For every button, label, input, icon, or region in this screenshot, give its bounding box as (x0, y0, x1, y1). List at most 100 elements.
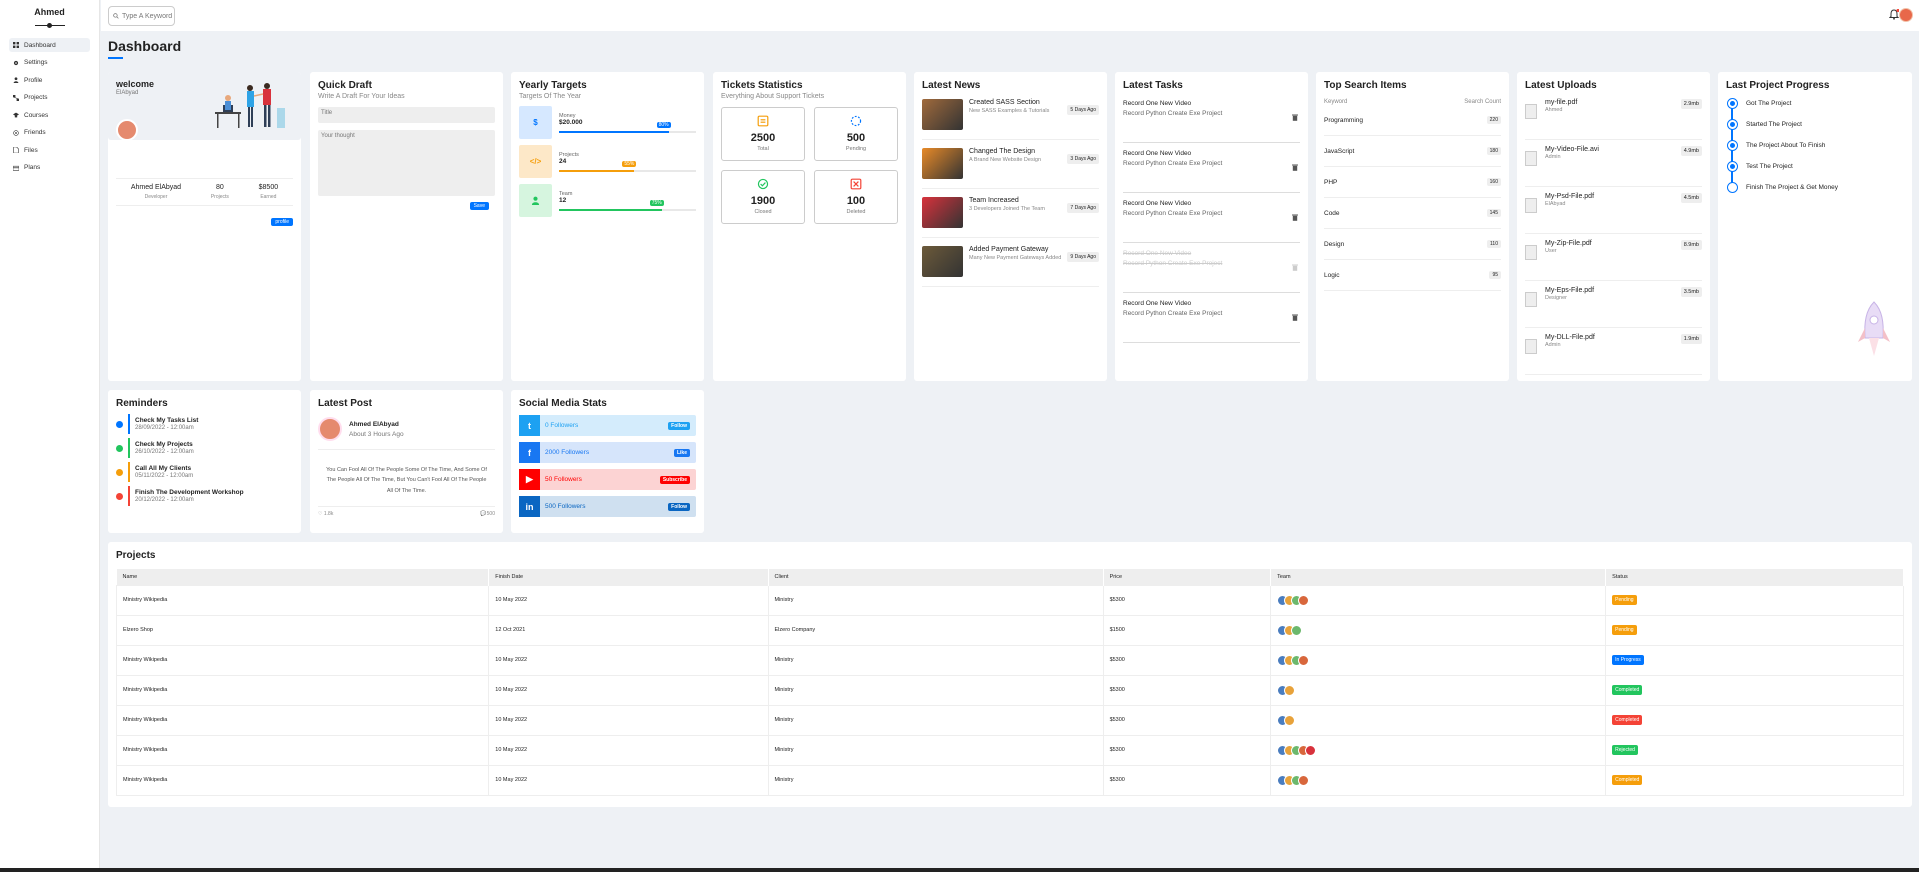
sidebar-item-profile[interactable]: Profile (9, 73, 90, 87)
follow-button[interactable]: Follow (668, 502, 690, 511)
draft-body-field[interactable]: Your thought (318, 130, 495, 196)
client: Elzero Company (767, 614, 1104, 646)
followers-count: 0 Followers (545, 422, 579, 429)
upload-row[interactable]: My-Psd-File.pdf ElAbyad 4.5mb (1525, 187, 1702, 234)
likes-value: 1.8k (323, 511, 334, 518)
trash-icon[interactable] (1292, 214, 1298, 221)
search-count: 110 (1487, 240, 1501, 248)
reminder-item[interactable]: Check My Projects 26/10/2022 - 12:00am (116, 436, 293, 460)
follow-button[interactable]: Follow (668, 421, 690, 430)
likes-count[interactable]: ♡ 1.8k (318, 511, 333, 517)
sidebar-item-files[interactable]: Files (9, 143, 90, 157)
sidebar-item-courses[interactable]: Courses (9, 108, 90, 122)
psd-file-icon (1525, 198, 1539, 216)
subscribe-button[interactable]: Subscribe (659, 475, 690, 484)
task-title: Record One New Video (1123, 250, 1192, 257)
reminder-dot (116, 492, 123, 500)
task-item[interactable]: Record One New Video Record Python Create… (1123, 193, 1300, 243)
news-item[interactable]: Changed The Design A Brand New Website De… (922, 148, 1099, 189)
search-item-row: Programming 220 (1324, 105, 1501, 136)
status-cell: Completed (1605, 764, 1904, 796)
sidebar-item-friends[interactable]: Friends (9, 126, 90, 140)
sidebar-item-dashboard[interactable]: Dashboard (9, 38, 90, 52)
search-item-row: Logic 95 (1324, 260, 1501, 291)
dashboard-icon (13, 42, 19, 48)
status-badge: Pending (1612, 625, 1637, 635)
sidebar-item-settings[interactable]: Settings (9, 56, 90, 70)
news-item[interactable]: Team Increased 3 Developers Joined The Te… (922, 197, 1099, 238)
news-item[interactable]: Added Payment Gateway Many New Payment Ga… (922, 246, 1099, 287)
yearly-title: Yearly Targets (519, 80, 587, 91)
trash-icon[interactable] (1292, 264, 1298, 271)
client: Ministry (767, 644, 1104, 676)
comments-count[interactable]: 💬500 (480, 511, 495, 517)
profile-button[interactable]: profile (271, 218, 293, 226)
brand-divider (34, 23, 65, 28)
reminder-item[interactable]: Finish The Development Workshop 20/12/202… (116, 484, 293, 508)
reminder-item[interactable]: Check My Tasks List 28/09/2022 - 12:00am (116, 412, 293, 436)
like-button[interactable]: Like (673, 448, 690, 457)
stat-value: 80 (215, 184, 224, 191)
trash-icon[interactable] (1292, 164, 1298, 171)
ticket-count: 100 (846, 195, 866, 207)
project-name: Elzero Shop (115, 614, 490, 646)
sidebar-item-plans[interactable]: Plans (9, 161, 90, 175)
eps-file-icon (1525, 292, 1539, 310)
upload-user: Ahmed (1545, 107, 1563, 113)
reminder-title: Finish The Development Workshop (135, 489, 244, 496)
task-description: Record Python Create Exe Project (1123, 210, 1223, 217)
task-item[interactable]: Record One New Video Record Python Create… (1123, 93, 1300, 143)
ticket-label: Pending (845, 146, 867, 152)
finish-date: 10 May 2022 (488, 674, 769, 706)
reminder-text: Check My Tasks List 28/09/2022 - 12:00am (135, 417, 198, 431)
upload-row[interactable]: My-Video-File.avi Admin 4.9mb (1525, 140, 1702, 187)
status-badge: In Progress (1612, 655, 1644, 665)
upload-row[interactable]: My-Eps-File.pdf Designer 3.5mb (1525, 281, 1702, 328)
column-header: Team (1270, 569, 1607, 585)
stat-value: Ahmed ElAbyad (130, 184, 182, 191)
finish-date: 10 May 2022 (488, 704, 769, 736)
ticket-label: Closed (754, 209, 772, 215)
save-button[interactable]: Save (469, 202, 489, 210)
avatar (1298, 774, 1310, 786)
target-row: </> Projects 24 55% (519, 145, 696, 178)
draft-title-field[interactable]: Title (318, 107, 495, 123)
project-name: Ministry Wikipedia (115, 764, 490, 796)
team-avatars (1277, 624, 1599, 636)
rocket-illustration (1858, 301, 1890, 356)
team-avatars (1277, 774, 1599, 786)
reminder-item[interactable]: Call All My Clients 05/11/2022 - 12:00am (116, 460, 293, 484)
progress-fill (559, 169, 635, 172)
trash-icon[interactable] (1292, 314, 1298, 321)
table-row: Ministry Wikipedia 10 May 2022 Ministry $53… (115, 674, 1904, 706)
news-date-badge: 3 Days Ago (1067, 154, 1099, 164)
avatar[interactable] (1899, 8, 1913, 22)
reminder-date: 20/12/2022 - 12:00am (135, 497, 194, 503)
search-input[interactable]: Type A Keyword (108, 6, 175, 26)
news-thumbnail (922, 246, 963, 277)
followers-count: 500 Followers (545, 503, 586, 510)
quick-draft-subtitle: Write A Draft For Your Ideas (318, 93, 405, 100)
team-cell (1270, 644, 1607, 676)
task-item[interactable]: Record One New Video Record Python Create… (1123, 143, 1300, 193)
step-label: Finish The Project & Get Money (1746, 184, 1839, 191)
upload-row[interactable]: My-Zip-File.pdf User 8.9mb (1525, 234, 1702, 281)
quick-draft-title: Quick Draft (318, 80, 372, 91)
task-item[interactable]: Record One New Video Record Python Create… (1123, 243, 1300, 293)
news-text: Team Increased 3 Developers Joined The Te… (969, 197, 1067, 231)
reminder-title: Call All My Clients (135, 465, 192, 472)
twitter-icon: t (519, 415, 540, 436)
status-cell: In Progress (1605, 644, 1904, 676)
news-thumbnail (922, 197, 963, 228)
trash-icon[interactable] (1292, 114, 1298, 121)
sidebar-item-projects[interactable]: Projects (9, 91, 90, 105)
tickets-card: Tickets Statistics Everything About Supp… (713, 72, 906, 381)
search-count: 95 (1489, 271, 1501, 279)
bell-icon[interactable] (1889, 9, 1899, 20)
step-label: The Project About To Finish (1746, 142, 1826, 149)
column-header: Price (1103, 569, 1272, 585)
upload-row[interactable]: my-file.pdf Ahmed 2.9mb (1525, 93, 1702, 140)
task-item[interactable]: Record One New Video Record Python Create… (1123, 293, 1300, 343)
news-item[interactable]: Created SASS Section New SASS Examples & … (922, 99, 1099, 140)
upload-row[interactable]: My-DLL-File.pdf Admin 1.9mb (1525, 328, 1702, 375)
